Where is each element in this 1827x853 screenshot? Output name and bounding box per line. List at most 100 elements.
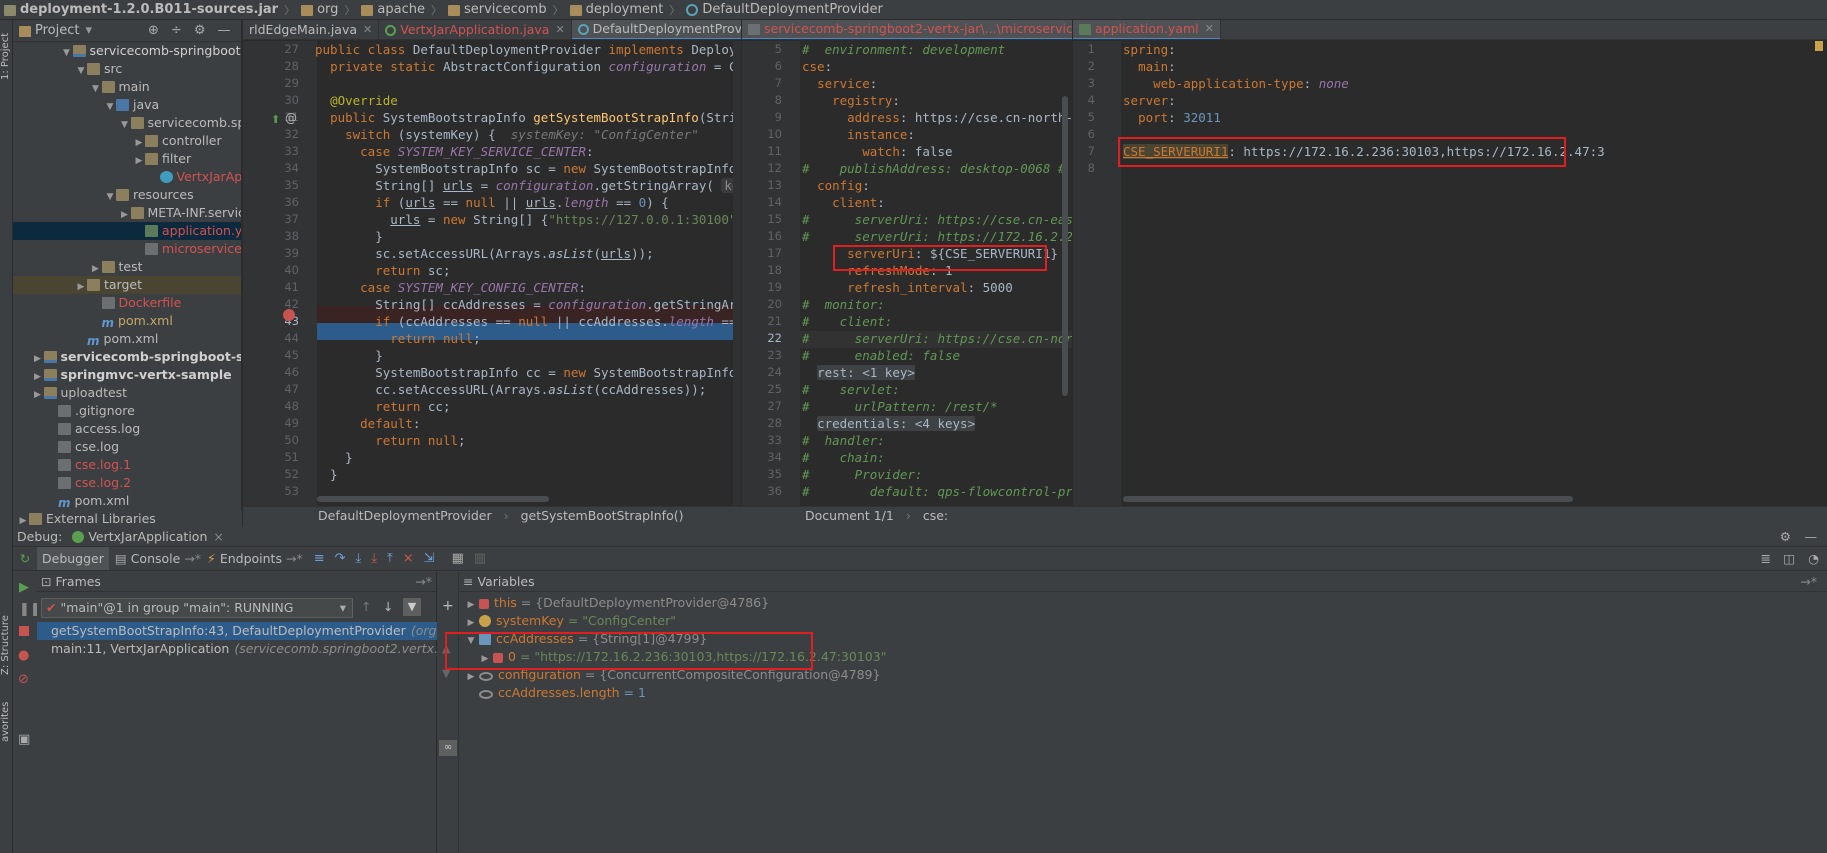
code-line[interactable]: # urlPattern: /rest/* [802, 398, 998, 415]
down-arrow-icon[interactable]: ↓ [383, 599, 393, 614]
tree-item[interactable]: ▶ uploadtest [13, 384, 241, 402]
code-line[interactable]: spring: [1123, 41, 1176, 58]
code-line[interactable]: } [315, 347, 383, 364]
code-line[interactable]: registry: [802, 92, 900, 109]
tree-item[interactable]: cse.log [13, 438, 241, 456]
tree-item[interactable]: ▼servicecomb.springb [13, 114, 241, 132]
breadcrumb-item[interactable]: deployment-1.2.0.B011-sources.jar [4, 2, 278, 17]
application-editor[interactable]: 1 2 3 4 5 6 7 8 spring: main: web-application-t… [1073, 41, 1827, 506]
code-line[interactable]: default: [315, 415, 420, 432]
evaluate-icon[interactable]: ▦ [452, 551, 464, 566]
code-line[interactable]: # default: qps-flowcontrol-provi [802, 483, 1072, 500]
tree-item[interactable]: ▼ resources [13, 186, 241, 204]
java-crumb-method[interactable]: getSystemBootStrapInfo() [521, 508, 684, 523]
gear-icon[interactable]: ⚙ [194, 23, 206, 38]
code-line[interactable]: # serverUri: https://cse.cn-east-2 [802, 211, 1072, 228]
step-over-icon[interactable]: ↷ [335, 551, 346, 566]
code-line[interactable]: service: [802, 75, 877, 92]
code-line[interactable]: } [315, 228, 383, 245]
code-line[interactable]: # serverUri: https://cse.cn-north- [802, 330, 1072, 347]
minimize-icon[interactable]: — [1805, 529, 1818, 544]
tab-microservice-yaml[interactable]: servicecomb-springboot2-vertx-jar\...\mi… [742, 20, 1072, 39]
mute-breakpoints-icon[interactable]: ⊘ [18, 672, 29, 687]
code-line[interactable]: urls = new String[] {"https://127.0.0.1:… [315, 211, 741, 228]
layout-icon[interactable]: ≣ [1761, 551, 1771, 566]
debug-session-tab[interactable]: VertxJarApplication × [72, 529, 224, 544]
code-line[interactable]: @Override [315, 92, 398, 109]
stack-frame[interactable]: main:11, VertxJarApplication (servicecomb… [37, 640, 437, 658]
code-line[interactable]: port: 32011 [1123, 109, 1221, 126]
tree-item[interactable]: m pom.xml [13, 312, 241, 330]
variable-row[interactable]: ▶ systemKey = "ConfigCenter" [463, 612, 676, 630]
camera-icon[interactable]: ▣ [18, 732, 30, 747]
close-icon[interactable]: ✕ [1205, 20, 1214, 39]
code-line[interactable]: SystemBootstrapInfo sc = new SystemBoots… [315, 160, 741, 177]
code-line[interactable]: serverUri: ${CSE_SERVERURI1} [802, 245, 1058, 262]
code-line[interactable]: String[] urls = configuration.getStringA… [315, 177, 741, 194]
stop-icon[interactable] [19, 626, 29, 636]
code-line[interactable]: address: https://cse.cn-north-1.m [802, 109, 1072, 126]
code-line[interactable]: main: [1123, 58, 1176, 75]
code-line[interactable]: # enabled: false [802, 347, 960, 364]
watches-toggle-icon[interactable]: ∞ [439, 740, 457, 756]
tree-item[interactable]: cse.log.2 [13, 474, 241, 492]
code-line[interactable]: refresh_interval: 5000 [802, 279, 1013, 296]
force-step-into-icon[interactable]: ⤓ [371, 551, 377, 566]
code-line[interactable]: # Provider: [802, 466, 922, 483]
breakpoint-icon[interactable] [283, 309, 295, 321]
code-line[interactable]: SystemBootstrapInfo cc = new SystemBoots… [315, 364, 741, 381]
tree-item[interactable]: ▶servicecomb-springboot-sample [13, 348, 241, 366]
run-to-cursor-icon[interactable]: ⇲ [424, 551, 435, 566]
code-line[interactable]: public SystemBootstrapInfo getSystemBoot… [315, 109, 741, 126]
breadcrumb-item[interactable]: apache [361, 2, 425, 17]
code-line[interactable]: rest: <1 key> [802, 364, 915, 381]
code-line[interactable]: String[] ccAddresses = configuration.get… [315, 296, 741, 313]
breadcrumb-item[interactable]: org [301, 2, 338, 17]
code-line[interactable]: # client: [802, 313, 892, 330]
code-line[interactable]: cc.setAccessURL(Arrays.asList(ccAddresse… [315, 381, 706, 398]
tree-item[interactable]: ▶ test [13, 258, 241, 276]
tree-item[interactable]: microservice.yaml [13, 240, 241, 258]
java-crumb-class[interactable]: DefaultDeploymentProvider [318, 508, 492, 523]
tree-item[interactable]: ▼ java [13, 96, 241, 114]
code-line[interactable]: # serverUri: https://172.16.2.236: [802, 228, 1072, 245]
up-arrow-icon[interactable]: ↑ [361, 599, 371, 614]
code-line[interactable]: # monitor: [802, 296, 885, 313]
tree-item[interactable]: m pom.xml [13, 330, 241, 348]
tree-item[interactable]: ▼ main [13, 78, 241, 96]
code-line[interactable]: # handler: [802, 432, 885, 449]
code-line[interactable]: refreshMode: 1 [802, 262, 952, 279]
tree-item[interactable]: ▶ target [13, 276, 241, 294]
project-tool-tab[interactable]: 1: Project [0, 26, 13, 86]
code-line[interactable]: return null; [315, 330, 480, 347]
microservice-editor[interactable]: 5 6 7 8 9 10 11 12 13 14 15 16 17 18 19 20 21 22 23 24 25 27 2… [742, 41, 1072, 506]
step-out-icon[interactable]: ⤒ [387, 551, 393, 566]
tree-item[interactable]: ▶ controller [13, 132, 241, 150]
view-breakpoints-icon[interactable]: ● [18, 648, 29, 663]
code-line[interactable]: watch: false [802, 143, 952, 160]
code-line[interactable]: private static AbstractConfiguration con… [315, 58, 741, 75]
code-line[interactable]: if (ccAddresses == null || ccAddresses.l… [315, 313, 741, 330]
code-line[interactable]: credentials: <4 keys> [802, 415, 976, 432]
override-icon[interactable]: @ [285, 111, 297, 125]
code-line[interactable]: public class DefaultDeploymentProvider i… [315, 41, 741, 58]
code-line[interactable]: if (urls == null || urls.length == 0) { [315, 194, 669, 211]
code-line[interactable]: return sc; [315, 262, 450, 279]
tree-item[interactable]: ▶META-INF.services [13, 204, 241, 222]
add-watch-icon[interactable]: + [442, 598, 454, 614]
tree-item[interactable]: ▶ filter [13, 150, 241, 168]
tree-item[interactable]: .gitignore [13, 402, 241, 420]
code-line[interactable]: case SYSTEM_KEY_CONFIG_CENTER: [315, 279, 586, 296]
collapse-icon[interactable]: ÷ [171, 23, 182, 38]
external-libraries-row[interactable]: ▶ External Libraries [13, 510, 242, 527]
code-line[interactable]: client: [802, 194, 885, 211]
step-into-icon[interactable]: ⤓ [356, 551, 362, 566]
code-line[interactable]: # publishAddress: desktop-0068 # 注册 [802, 160, 1072, 177]
trace-icon[interactable]: ▥ [474, 551, 486, 566]
tab-endpoints[interactable]: ⚡ Endpoints →* [207, 551, 303, 566]
variable-row[interactable]: ccAddresses.length = 1 [463, 684, 646, 702]
tree-item[interactable]: m pom.xml [13, 492, 241, 510]
variable-row[interactable]: ▶ this = {DefaultDeploymentProvider@4786} [463, 594, 770, 612]
yaml-crumb[interactable]: cse: [923, 508, 948, 523]
code-line[interactable]: } [315, 449, 353, 466]
